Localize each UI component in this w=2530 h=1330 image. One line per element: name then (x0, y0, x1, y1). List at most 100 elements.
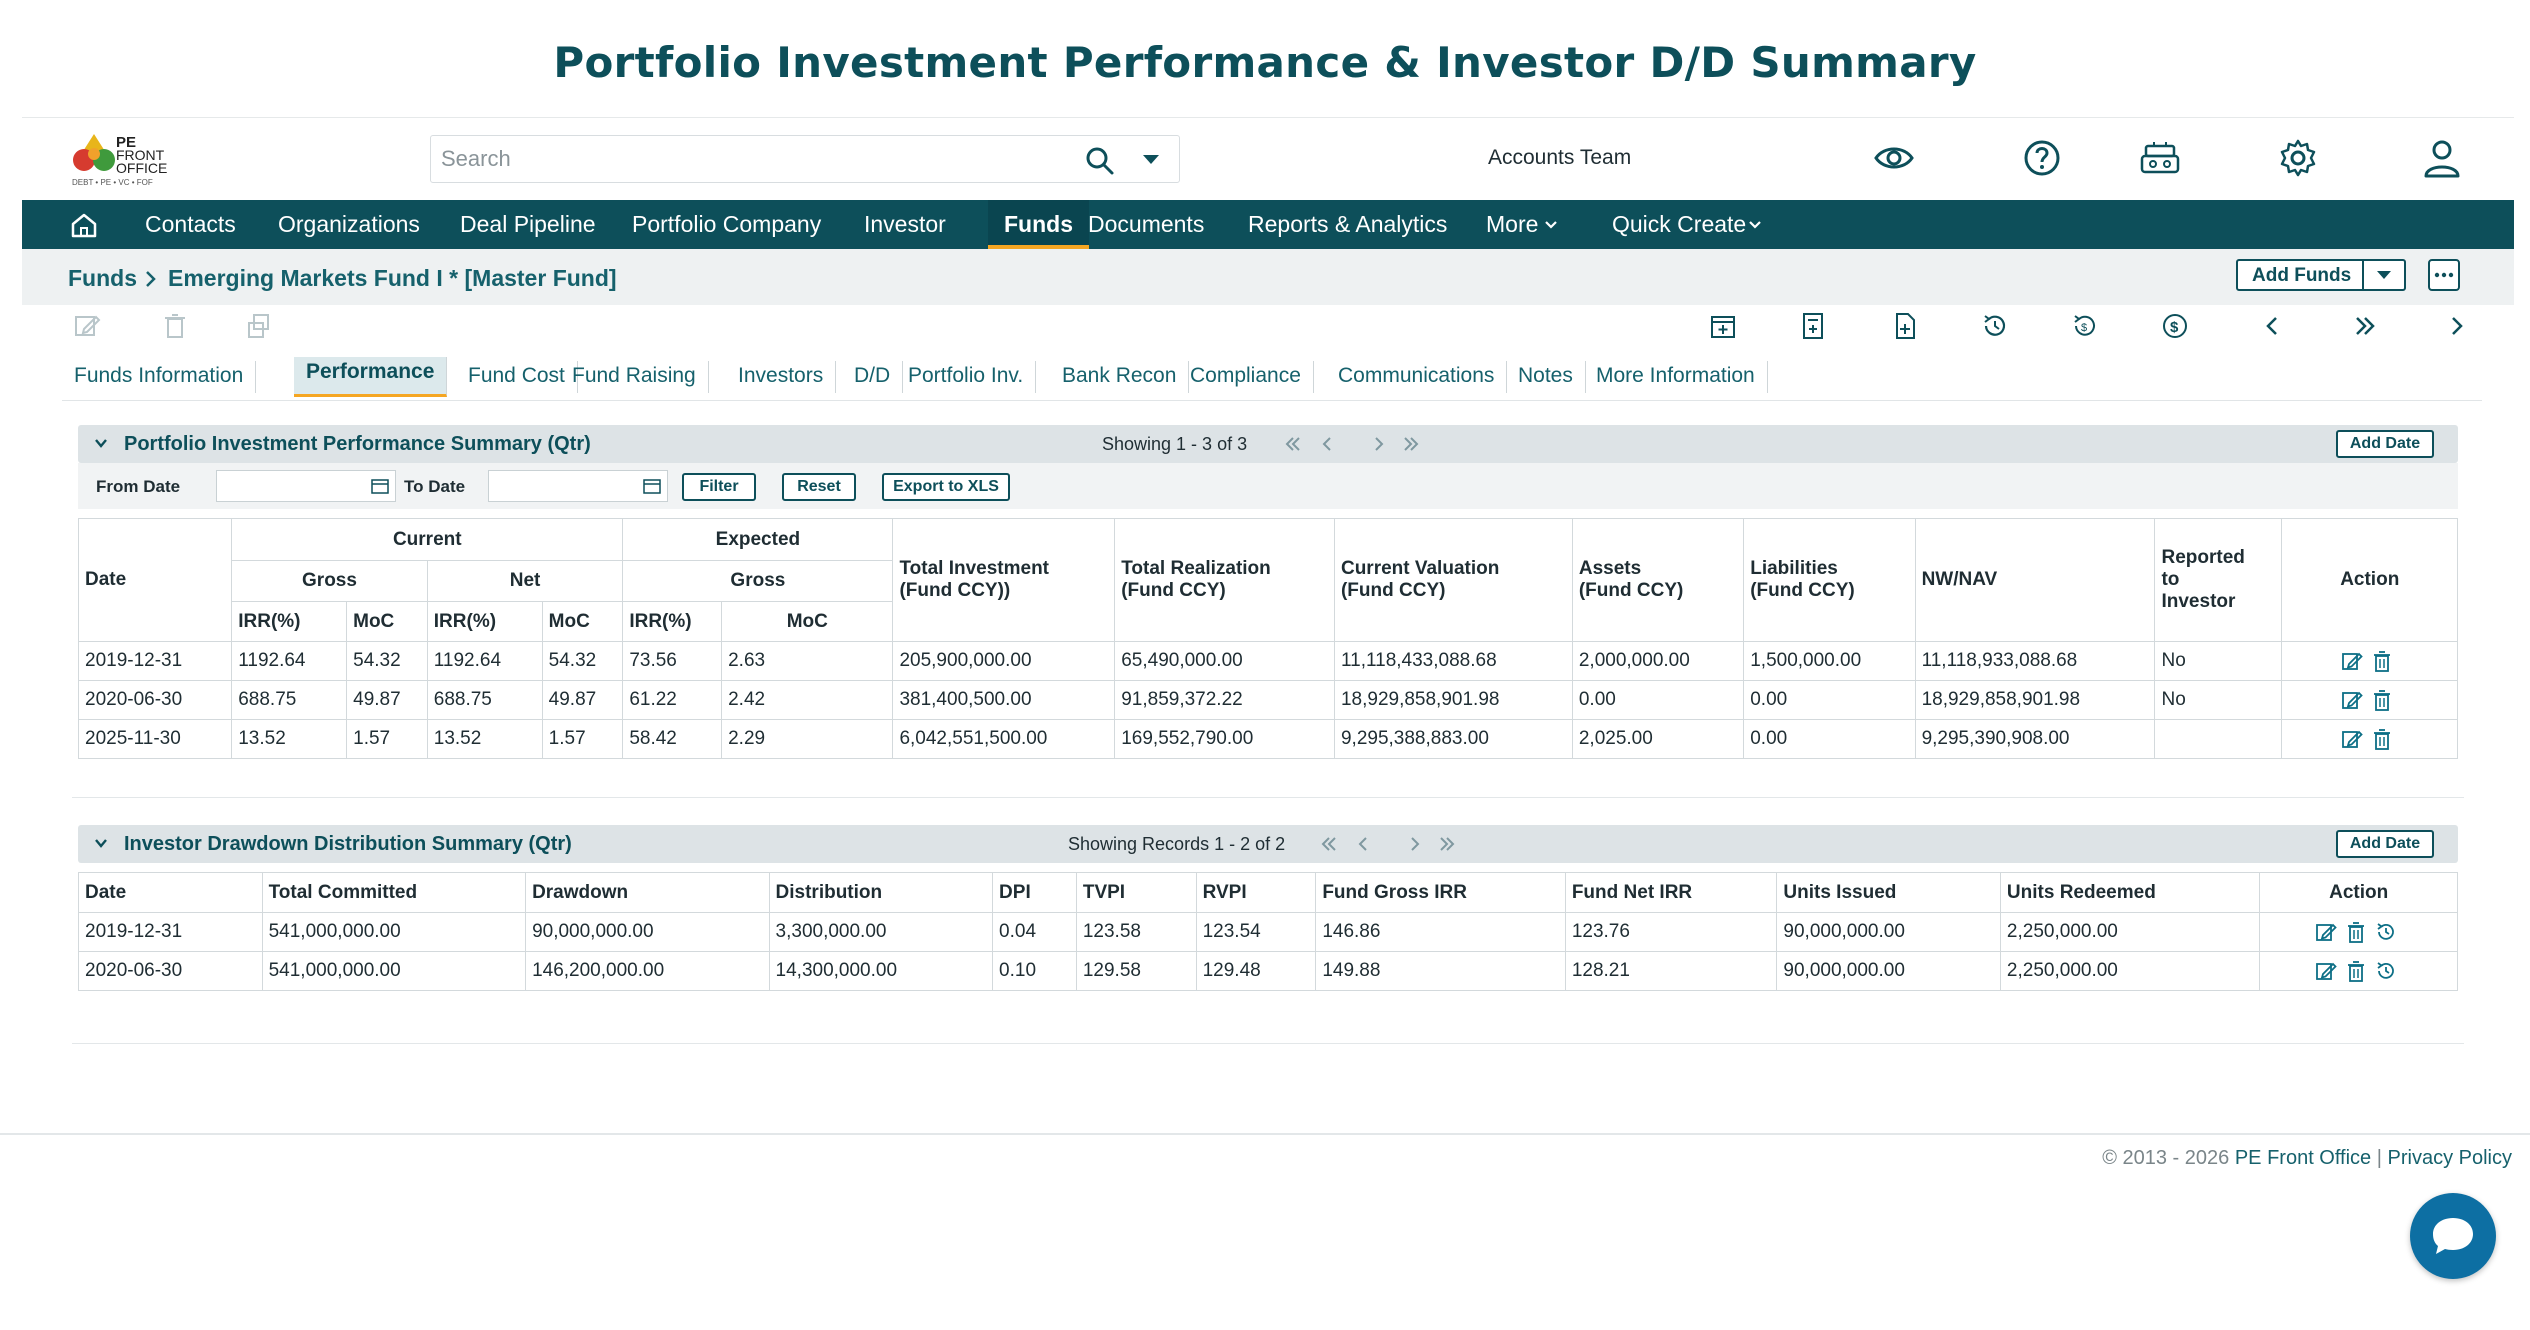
cell-eg-moc: 2.29 (721, 719, 894, 759)
first-page-icon[interactable] (1282, 433, 1304, 455)
edit-icon[interactable] (2340, 727, 2364, 751)
last-page-icon[interactable] (1400, 433, 1422, 455)
nav-contacts[interactable]: Contacts (145, 200, 236, 249)
tab-portfolio-inv[interactable]: Portfolio Inv. (896, 361, 1037, 393)
history-icon[interactable] (2374, 920, 2398, 944)
prev-page-icon[interactable] (1316, 433, 1338, 455)
nav-documents[interactable]: Documents (1088, 200, 1204, 249)
eye-icon[interactable] (1872, 136, 1916, 180)
edit-icon[interactable] (2314, 920, 2338, 944)
next-record-icon[interactable] (2442, 311, 2472, 341)
col-units-redeemed: Units Redeemed (1999, 872, 2261, 913)
tab-dd[interactable]: D/D (842, 361, 904, 393)
delete-icon[interactable] (2370, 727, 2394, 751)
tab-compliance[interactable]: Compliance (1178, 361, 1314, 393)
calculator-icon[interactable] (1798, 311, 1828, 341)
cell-tvpi: 123.58 (1075, 912, 1197, 952)
nav-organizations[interactable]: Organizations (278, 200, 420, 249)
pe-front-office-logo[interactable]: PE FRONT OFFICE DEBT • PE • VC • FOF (72, 126, 182, 190)
quick-create-chevron-down-icon[interactable] (1748, 220, 1762, 230)
home-icon[interactable] (70, 212, 98, 238)
col-date: Date (77, 518, 233, 642)
calendar-icon[interactable] (643, 478, 661, 494)
robot-icon[interactable] (2138, 136, 2182, 180)
delete-icon[interactable] (2370, 688, 2394, 712)
search-scope-dropdown-icon[interactable] (1143, 155, 1159, 164)
tab-bank-recon[interactable]: Bank Recon (1050, 361, 1190, 393)
reset-button[interactable]: Reset (782, 473, 856, 501)
nav-quick-create[interactable]: Quick Create (1612, 200, 1746, 249)
calendar-add-icon[interactable] (1708, 311, 1738, 341)
team-name[interactable]: Accounts Team (1488, 146, 1631, 170)
calendar-icon[interactable] (371, 478, 389, 494)
last-record-icon[interactable] (2350, 311, 2380, 341)
delete-disabled-icon[interactable] (160, 311, 190, 341)
add-funds-button[interactable]: Add Funds (2236, 259, 2406, 291)
last-page-icon[interactable] (1436, 833, 1458, 855)
nav-investor[interactable]: Investor (864, 200, 946, 249)
footer-brand-link[interactable]: PE Front Office (2235, 1147, 2371, 1169)
col-units-issued: Units Issued (1776, 872, 2001, 913)
footer-separator: | (2376, 1147, 2382, 1169)
from-date-input[interactable] (216, 470, 396, 502)
first-page-icon[interactable] (1318, 833, 1340, 855)
filter-button[interactable]: Filter (682, 473, 756, 501)
delete-icon[interactable] (2344, 959, 2368, 983)
nav-reports-analytics[interactable]: Reports & Analytics (1248, 200, 1447, 249)
add-funds-dropdown[interactable] (2362, 261, 2404, 289)
previous-record-icon[interactable] (2258, 311, 2288, 341)
user-icon[interactable] (2420, 136, 2464, 180)
collapse-chevron-icon[interactable] (94, 436, 108, 450)
more-chevron-down-icon[interactable] (1544, 220, 1558, 230)
tab-more-information[interactable]: More Information (1584, 361, 1768, 393)
cell-redeemed: 2,250,000.00 (1999, 912, 2261, 952)
perf-add-date-button[interactable]: Add Date (2336, 430, 2434, 458)
chat-button[interactable] (2410, 1193, 2496, 1279)
prev-page-icon[interactable] (1352, 833, 1374, 855)
perf-showing-count: Showing 1 - 3 of 3 (1102, 434, 1248, 454)
file-add-icon[interactable] (1890, 311, 1920, 341)
col-dd-action: Action (2259, 872, 2458, 913)
gear-icon[interactable] (2276, 136, 2320, 180)
col-current-gross-moc: MoC (346, 601, 428, 642)
tab-performance[interactable]: Performance (294, 357, 448, 397)
more-options-button[interactable] (2428, 259, 2460, 291)
cell-drawdown: 90,000,000.00 (525, 912, 770, 952)
search-icon[interactable] (1085, 146, 1115, 176)
next-page-icon[interactable] (1368, 433, 1390, 455)
edit-icon[interactable] (2314, 959, 2338, 983)
edit-icon[interactable] (2340, 649, 2364, 673)
global-search (430, 135, 1180, 183)
table-row: 2020-06-30 688.75 49.87 688.75 49.87 61.22 2.4… (77, 680, 2458, 720)
nav-funds[interactable]: Funds (988, 200, 1089, 249)
edit-icon[interactable] (2340, 688, 2364, 712)
search-input[interactable] (431, 136, 1051, 182)
cell-assets: 2,000,000.00 (1571, 641, 1745, 681)
collapse-chevron-icon[interactable] (94, 836, 108, 850)
history-icon[interactable] (1980, 311, 2010, 341)
cell-cn-irr: 13.52 (426, 719, 543, 759)
to-date-input[interactable] (488, 470, 668, 502)
export-xls-button[interactable]: Export to XLS (882, 473, 1010, 501)
nav-deal-pipeline[interactable]: Deal Pipeline (460, 200, 596, 249)
nav-portfolio-company[interactable]: Portfolio Company (632, 200, 821, 249)
footer-copyright: © 2013 - 2026 (2102, 1147, 2230, 1169)
history-icon[interactable] (2374, 959, 2398, 983)
tab-funds-information[interactable]: Funds Information (62, 361, 257, 393)
next-page-icon[interactable] (1404, 833, 1426, 855)
breadcrumb-funds[interactable]: Funds (68, 265, 137, 292)
dd-add-date-button[interactable]: Add Date (2336, 830, 2434, 858)
tab-fund-raising[interactable]: Fund Raising (560, 361, 709, 393)
edit-disabled-icon[interactable] (72, 311, 102, 341)
tab-communications[interactable]: Communications (1326, 361, 1508, 393)
delete-icon[interactable] (2370, 649, 2394, 673)
copy-disabled-icon[interactable] (244, 311, 274, 341)
tab-notes[interactable]: Notes (1506, 361, 1586, 393)
delete-icon[interactable] (2344, 920, 2368, 944)
tab-investors[interactable]: Investors (726, 361, 837, 393)
help-icon[interactable] (2020, 136, 2064, 180)
currency-history-icon[interactable]: $ (2070, 311, 2100, 341)
nav-more[interactable]: More (1486, 200, 1538, 249)
currency-refresh-icon[interactable]: $ (2160, 311, 2190, 341)
privacy-policy-link[interactable]: Privacy Policy (2388, 1147, 2512, 1169)
